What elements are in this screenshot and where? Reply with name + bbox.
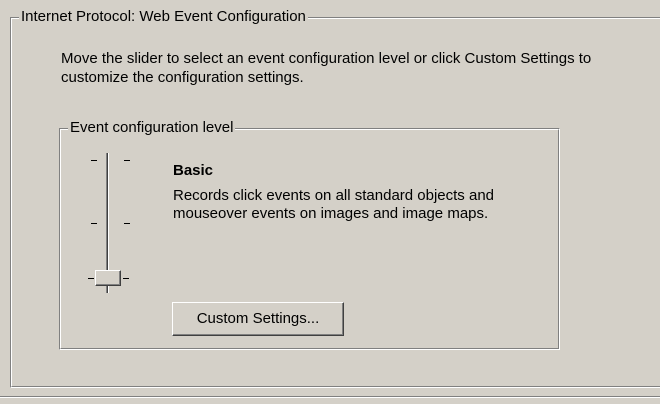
slider-tick-left-top [91, 160, 97, 161]
slider-thumb[interactable] [95, 270, 121, 286]
level-group-title: Event configuration level [68, 119, 236, 136]
intro-text: Move the slider to select an event confi… [61, 50, 592, 86]
slider-tick-right-middle [124, 223, 130, 224]
custom-settings-button[interactable]: Custom Settings... [172, 302, 344, 336]
slider-tick-right-bottom [123, 278, 129, 279]
slider-tick-right-top [124, 160, 130, 161]
level-name: Basic [173, 162, 214, 179]
web-event-configuration-page: Internet Protocol: Web Event Configurati… [0, 0, 660, 404]
group-title: Internet Protocol: Web Event Configurati… [19, 8, 308, 25]
level-description: Records click events on all standard obj… [173, 187, 495, 222]
slider-tick-left-middle [91, 223, 97, 224]
slider-tick-left-bottom [88, 278, 94, 279]
bottom-divider [0, 396, 660, 398]
